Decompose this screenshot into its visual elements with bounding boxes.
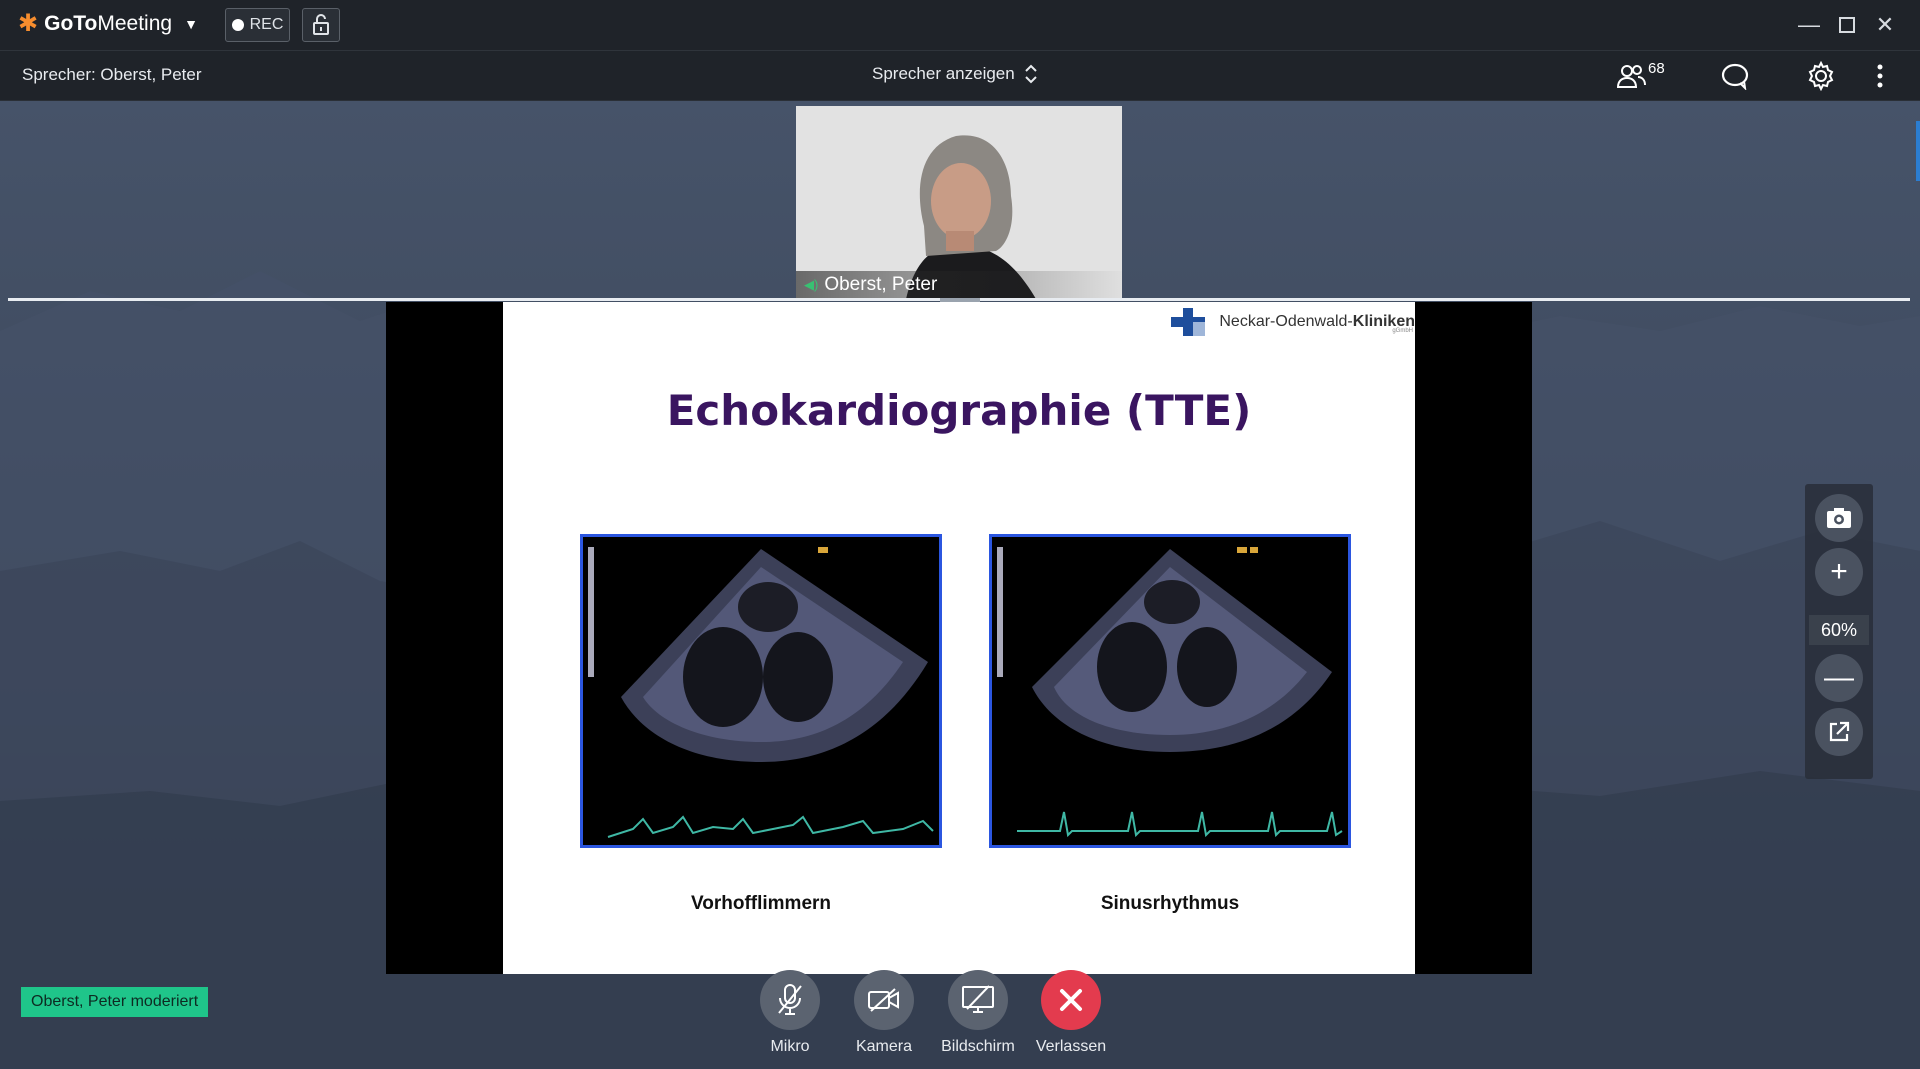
plus-icon: + xyxy=(1830,555,1848,588)
more-options-button[interactable] xyxy=(1876,60,1884,92)
caption-left: Vorhofflimmern xyxy=(690,893,832,914)
pop-out-button[interactable] xyxy=(1815,708,1863,756)
screen-share-label: Bildschirm xyxy=(941,1038,1015,1055)
maximize-icon xyxy=(1839,17,1855,33)
close-x-icon xyxy=(1060,989,1082,1011)
echocardiogram-sinus-image xyxy=(992,537,1348,845)
maximize-button[interactable] xyxy=(1832,10,1862,40)
minimize-icon: — xyxy=(1798,12,1820,37)
up-down-chevron-icon xyxy=(1025,64,1037,84)
zoom-out-button[interactable]: — xyxy=(1815,654,1863,702)
minimize-button[interactable]: — xyxy=(1794,10,1824,40)
scroll-indicator[interactable] xyxy=(1916,121,1920,181)
title-bar: ✱ GoToMeeting ▼ REC — ✕ xyxy=(0,0,1920,51)
clinic-subtitle: gGmbH xyxy=(1392,328,1413,334)
external-link-icon xyxy=(1829,721,1850,742)
participant-count: 68 xyxy=(1648,59,1665,77)
mic-muted-icon xyxy=(778,984,802,1015)
clinic-cross-icon xyxy=(1171,308,1206,336)
participants-button[interactable]: 68 xyxy=(1616,60,1665,92)
current-speaker-label: Sprecher: Oberst, Peter xyxy=(22,65,202,84)
view-mode-selector[interactable]: Sprecher anzeigen xyxy=(872,64,1037,84)
presentation-slide: Neckar-Odenwald-Kliniken gGmbH Echokardi… xyxy=(503,302,1415,974)
meeting-header: Sprecher: Oberst, Peter Sprecher anzeige… xyxy=(0,51,1920,101)
lock-meeting-button[interactable] xyxy=(302,8,340,42)
participants-icon xyxy=(1616,65,1646,88)
slide-title: Echokardiographie (TTE) xyxy=(666,386,1252,435)
record-label: REC xyxy=(249,16,284,33)
record-dot-icon xyxy=(231,19,244,31)
mic-button-circle[interactable] xyxy=(760,970,820,1030)
camera-button-circle[interactable] xyxy=(854,970,914,1030)
leave-button-circle[interactable] xyxy=(1041,970,1101,1030)
echocardiogram-afib-image xyxy=(583,537,939,845)
record-button[interactable]: REC xyxy=(225,8,290,42)
unlock-icon xyxy=(313,14,329,35)
chat-icon xyxy=(1721,63,1749,90)
mic-button[interactable]: Mikro xyxy=(745,970,835,1056)
screenshot-button[interactable] xyxy=(1815,494,1863,542)
camera-off-icon xyxy=(868,988,899,1012)
caption-right: Sinusrhythmus xyxy=(1100,893,1240,914)
chevron-down-icon: ▼ xyxy=(184,16,198,32)
clinic-logo: Neckar-Odenwald-Kliniken gGmbH xyxy=(1171,308,1415,336)
clinic-name: Neckar-Odenwald-Kliniken xyxy=(1219,313,1415,330)
app-logo-menu[interactable]: ✱ GoToMeeting ▼ xyxy=(18,12,198,36)
moderator-badge: Oberst, Peter moderiert xyxy=(21,987,209,1017)
more-vertical-icon xyxy=(1877,64,1883,88)
gear-icon xyxy=(1808,61,1834,91)
zoom-level: 60% xyxy=(1809,615,1869,645)
speaker-name-tag: ◀) Oberst, Peter xyxy=(796,271,1122,299)
minus-icon: — xyxy=(1824,661,1854,694)
close-icon: ✕ xyxy=(1875,12,1895,37)
camera-button[interactable]: Kamera xyxy=(839,970,929,1056)
camera-icon xyxy=(1827,508,1851,528)
mic-label: Mikro xyxy=(770,1038,810,1055)
app-brand: GoToMeeting xyxy=(44,12,173,35)
zoom-panel: + 60% — xyxy=(1805,484,1873,779)
zoom-in-button[interactable]: + xyxy=(1815,548,1863,596)
screen-share-viewer[interactable]: Neckar-Odenwald-Kliniken gGmbH Echokardi… xyxy=(386,302,1532,974)
meeting-stage: ◀) Oberst, Peter Neckar-Odenwald-Klinike… xyxy=(0,101,1920,1069)
screen-share-off-icon xyxy=(962,985,994,1013)
speaker-name: Oberst, Peter xyxy=(824,274,938,295)
screen-share-button[interactable]: Bildschirm xyxy=(933,970,1023,1056)
gotomeeting-logo-icon: ✱ xyxy=(18,10,39,37)
view-mode-label: Sprecher anzeigen xyxy=(872,64,1015,83)
leave-label: Verlassen xyxy=(1035,1038,1107,1055)
settings-button[interactable] xyxy=(1806,60,1836,92)
speaker-video-tile[interactable]: ◀) Oberst, Peter xyxy=(796,106,1122,299)
echo-image-left xyxy=(580,534,942,848)
leave-button[interactable]: Verlassen xyxy=(1026,970,1116,1056)
screen-share-button-circle[interactable] xyxy=(948,970,1008,1030)
echo-image-right xyxy=(989,534,1351,848)
chat-button[interactable] xyxy=(1720,60,1750,92)
speaking-indicator-icon: ◀) xyxy=(804,277,819,292)
close-window-button[interactable]: ✕ xyxy=(1870,10,1900,40)
camera-label: Kamera xyxy=(855,1038,913,1055)
